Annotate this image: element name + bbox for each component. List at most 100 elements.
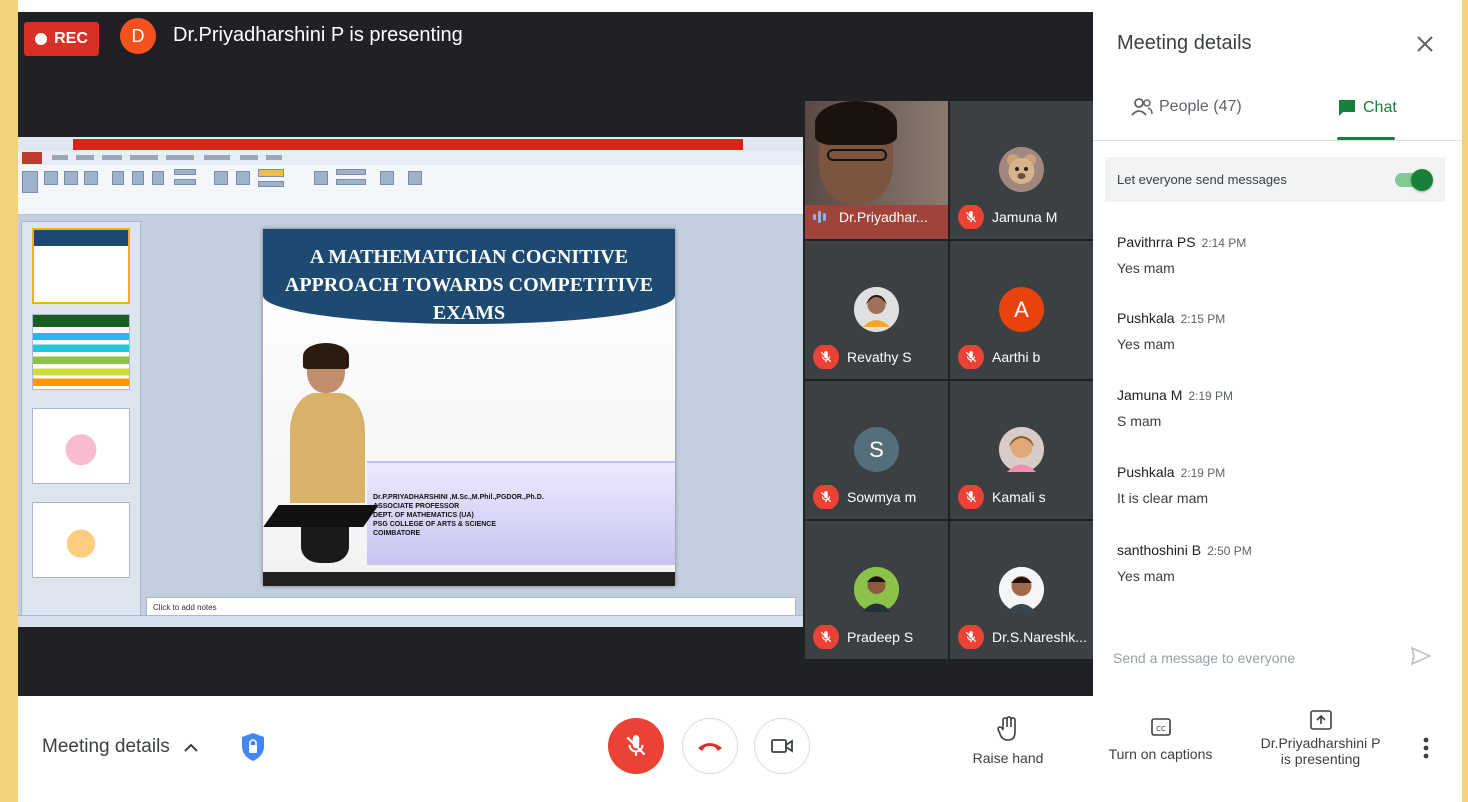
send-messages-toggle[interactable] (1395, 169, 1433, 191)
slide-editor: A MATHEMATICIAN COGNITIVE APPROACH TOWAR… (146, 221, 796, 591)
captions-button[interactable]: CC Turn on captions (1103, 716, 1218, 762)
message-time: 2:14 PM (1201, 236, 1247, 250)
message-time: 2:50 PM (1207, 544, 1252, 558)
message-sender: Pushkala (1117, 464, 1175, 480)
slide-footer-bar (263, 572, 675, 586)
recording-label: REC (54, 30, 88, 47)
slide-thumbnail[interactable] (32, 408, 130, 484)
presentation-stage: REC D Dr.Priyadharshini P is presenting (18, 12, 1093, 696)
mic-off-icon (813, 625, 839, 649)
avatar: A (999, 287, 1044, 332)
people-icon (1131, 98, 1153, 116)
message-sender: Pavithrra PS (1117, 234, 1196, 250)
chat-message: santhoshini B 2:50 PM Yes mam (1117, 542, 1437, 584)
chat-message: Pushkala 2:15 PM Yes mam (1117, 310, 1437, 352)
chat-message-input[interactable] (1113, 648, 1363, 668)
participant-name: Aarthi b (992, 349, 1041, 365)
participant-name: Dr.Priyadhar... (839, 209, 928, 225)
chat-message: Jamuna M 2:19 PM S mam (1117, 387, 1437, 429)
participant-tile[interactable]: S Sowmya m (805, 381, 948, 519)
message-text: Yes mam (1117, 336, 1175, 352)
message-time: 2:15 PM (1180, 312, 1226, 326)
message-text: It is clear mam (1117, 490, 1209, 506)
presenter-avatar: D (120, 18, 156, 54)
present-screen-icon (1309, 710, 1332, 730)
message-sender: Pushkala (1117, 310, 1175, 326)
participant-name: Dr.S.Nareshk... (992, 629, 1087, 645)
participant-tile[interactable]: Dr.Priyadhar... (805, 101, 948, 239)
tab-chat[interactable]: Chat (1337, 98, 1397, 118)
let-everyone-send-row: Let everyone send messages (1105, 157, 1445, 202)
message-text: Yes mam (1117, 568, 1175, 584)
avatar (999, 567, 1044, 612)
message-sender: Jamuna M (1117, 387, 1183, 403)
mic-off-icon (958, 345, 984, 369)
participant-name: Kamali s (992, 489, 1046, 505)
chat-message: Pushkala 2:19 PM It is clear mam (1117, 464, 1437, 506)
participant-name: Sowmya m (847, 489, 917, 505)
participant-tile[interactable]: A Aarthi b (950, 241, 1093, 379)
recording-badge: REC (24, 22, 99, 56)
captions-icon: CC (1150, 718, 1171, 736)
bottom-toolbar: Meeting details Raise hand CC Turn on ca… (18, 696, 1462, 798)
send-icon (1411, 647, 1431, 665)
panel-title: Meeting details (1117, 32, 1252, 54)
participant-tile[interactable]: Kamali s (950, 381, 1093, 519)
current-slide: A MATHEMATICIAN COGNITIVE APPROACH TOWAR… (263, 229, 675, 586)
message-time: 2:19 PM (1180, 466, 1226, 480)
message-time: 2:19 PM (1188, 389, 1234, 403)
more-options-button[interactable] (1414, 734, 1438, 762)
avatar (854, 567, 899, 612)
toggle-label: Let everyone send messages (1117, 172, 1287, 187)
presenter-photo (285, 343, 370, 503)
slide-thumbnail[interactable] (32, 502, 130, 578)
avatar (999, 147, 1044, 192)
mic-off-icon (626, 735, 646, 756)
close-icon (1417, 36, 1433, 52)
camera-toggle-button[interactable] (754, 718, 810, 774)
meeting-details-panel: Meeting details People (47) Chat Let eve… (1093, 12, 1462, 696)
ppt-titlebar (18, 137, 803, 151)
ppt-workspace: A MATHEMATICIAN COGNITIVE APPROACH TOWAR… (18, 215, 803, 627)
presenting-info-button[interactable]: Dr.Priyadharshini P is presenting (1248, 710, 1393, 768)
participant-tile[interactable]: Pradeep S (805, 521, 948, 659)
hand-icon (997, 716, 1016, 741)
participant-name: Pradeep S (847, 629, 914, 645)
ppt-ribbon-tabs (18, 151, 803, 165)
participant-tile[interactable]: Revathy S (805, 241, 948, 379)
slide-thumbnail[interactable] (32, 228, 130, 304)
presenting-status: Dr.Priyadharshini P is presenting (173, 24, 463, 46)
microphone-toggle-button[interactable] (608, 718, 664, 774)
presenter-info-box: Dr.P.PRIYADHARSHINI ,M.Sc.,M.Phil.,PGDOR… (367, 461, 675, 565)
participant-tile[interactable]: Dr.S.Nareshk... (950, 521, 1093, 659)
mic-off-icon (958, 625, 984, 649)
mic-off-icon (958, 205, 984, 229)
speaking-indicator-icon (813, 209, 831, 225)
message-text: S mam (1117, 413, 1162, 429)
leave-call-button[interactable] (682, 718, 738, 774)
participant-grid: Dr.Priyadhar... Jamuna M Revathy S A Aar… (805, 101, 1093, 659)
tab-people[interactable]: People (47) (1131, 98, 1242, 116)
video-camera-icon (771, 739, 793, 753)
security-shield-icon[interactable] (236, 730, 270, 764)
chat-message: Pavithrra PS 2:14 PM Yes mam (1117, 234, 1437, 276)
close-panel-button[interactable] (1411, 30, 1439, 58)
avatar (999, 427, 1044, 472)
mic-off-icon (813, 345, 839, 369)
chevron-up-icon (184, 743, 198, 752)
record-dot-icon (35, 33, 48, 45)
avatar (854, 287, 899, 332)
hang-up-icon (698, 743, 722, 751)
shared-screen: A MATHEMATICIAN COGNITIVE APPROACH TOWAR… (18, 137, 803, 627)
more-vert-icon (1423, 737, 1429, 759)
slide-thumbnail[interactable] (32, 314, 130, 390)
send-message-button[interactable] (1409, 644, 1433, 668)
raise-hand-button[interactable]: Raise hand (968, 716, 1048, 766)
message-sender: santhoshini B (1117, 542, 1202, 558)
participant-name: Jamuna M (992, 209, 1058, 225)
slide-thumbnails[interactable] (21, 221, 141, 621)
chat-icon (1339, 100, 1355, 116)
meeting-details-button[interactable]: Meeting details (42, 736, 198, 758)
participant-tile[interactable]: Jamuna M (950, 101, 1093, 239)
message-text: Yes mam (1117, 260, 1175, 276)
